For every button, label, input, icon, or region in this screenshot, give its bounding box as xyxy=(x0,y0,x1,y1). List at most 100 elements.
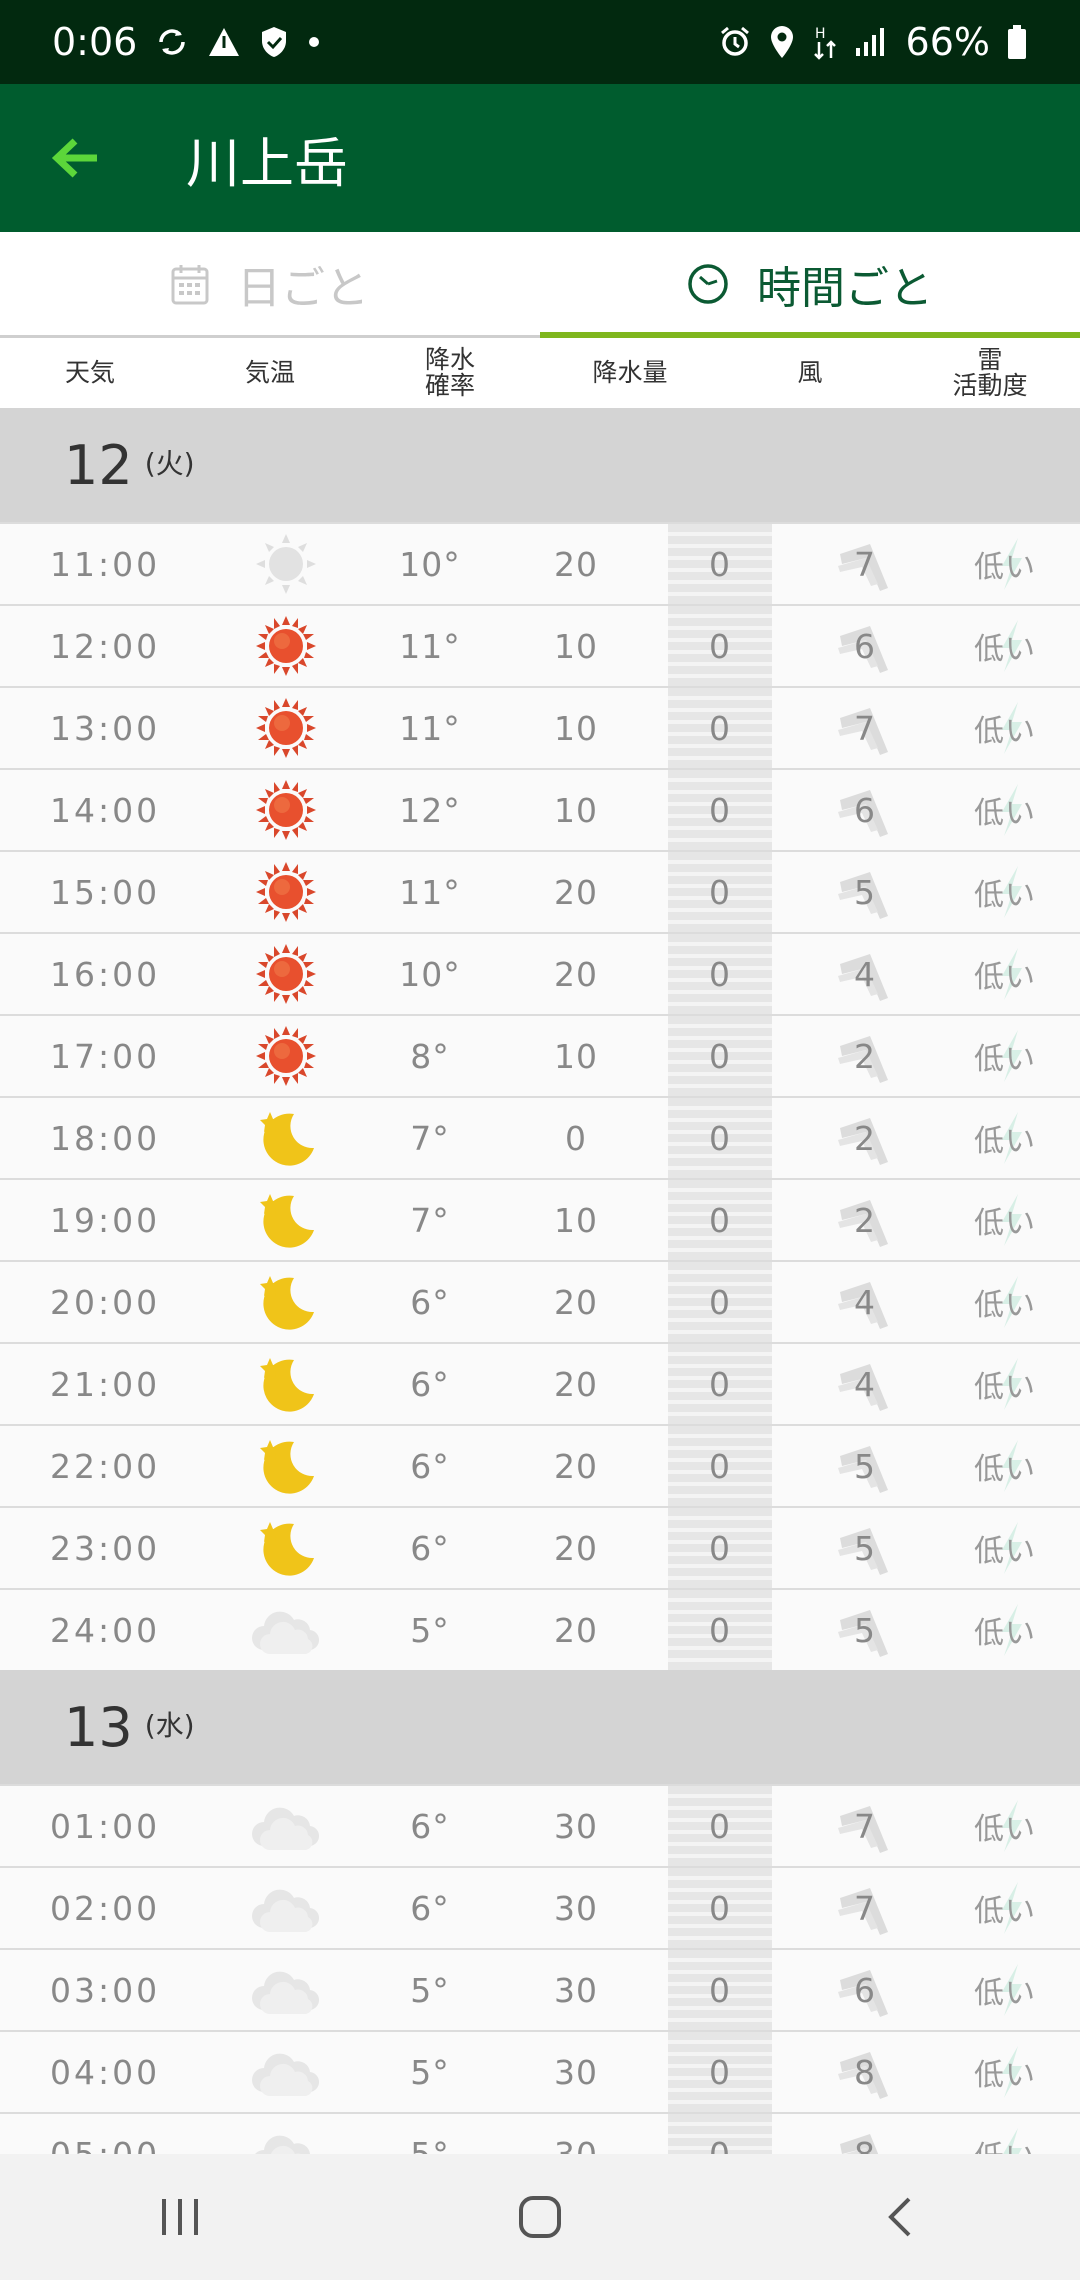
row-precip-probability: 20 xyxy=(554,544,598,584)
day-header: 13 (水) xyxy=(0,1670,1080,1784)
row-wind-speed: 6 xyxy=(854,790,876,830)
row-wind-speed: 5 xyxy=(854,872,876,912)
hourly-row: 17:00 8° 10 0 2 低い xyxy=(0,1014,1080,1096)
row-temperature: 11° xyxy=(399,708,461,748)
row-temperature: 5° xyxy=(410,2052,450,2092)
cloud-icon xyxy=(246,1786,326,1866)
cloud-icon xyxy=(246,1590,326,1670)
sun-faint-icon xyxy=(246,524,326,604)
recent-apps-button[interactable] xyxy=(120,2167,240,2267)
battery-percent: 66% xyxy=(905,20,990,64)
row-thunder-level: 低い xyxy=(974,1894,1036,1929)
wind-cell: 2 xyxy=(820,1098,910,1178)
col-weather: 天気 xyxy=(64,358,115,387)
wind-cell: 7 xyxy=(820,688,910,768)
wind-cell: 7 xyxy=(820,1786,910,1866)
row-precip-probability: 0 xyxy=(565,1118,587,1158)
wind-cell: 5 xyxy=(820,1426,910,1506)
sun-icon xyxy=(246,688,326,768)
col-pop: 降水 確率 xyxy=(400,347,500,399)
row-time: 02:00 xyxy=(50,1888,161,1928)
tab-hourly[interactable]: 時間ごと xyxy=(540,232,1080,338)
col-thunder-line1: 雷 xyxy=(977,345,1003,374)
moon-icon xyxy=(246,1508,326,1588)
row-precip-probability: 20 xyxy=(554,1364,598,1404)
battery-icon xyxy=(1008,25,1026,59)
row-precip-amount: 0 xyxy=(668,2032,772,2112)
row-time: 18:00 xyxy=(50,1118,161,1158)
row-thunder-level: 低い xyxy=(974,2132,1036,2154)
back-button[interactable] xyxy=(0,84,150,232)
wind-cell: 7 xyxy=(820,1868,910,1948)
row-thunder-level: 低い xyxy=(974,1976,1036,2011)
row-wind-speed: 4 xyxy=(854,1282,876,1322)
row-wind-speed: 5 xyxy=(854,1446,876,1486)
row-wind-speed: 7 xyxy=(854,1806,876,1846)
row-thunder-level: 低い xyxy=(974,1616,1036,1651)
row-time: 13:00 xyxy=(50,708,161,748)
row-wind-speed: 4 xyxy=(854,954,876,994)
col-pop-line2: 確率 xyxy=(424,371,475,400)
system-back-button[interactable] xyxy=(840,2167,960,2267)
sun-icon xyxy=(246,852,326,932)
row-wind-speed: 2 xyxy=(854,1118,876,1158)
row-temperature: 6° xyxy=(410,1528,450,1568)
row-wind-speed: 6 xyxy=(854,1970,876,2010)
col-amount: 降水量 xyxy=(592,358,668,387)
row-wind-speed: 6 xyxy=(854,626,876,666)
row-precip-amount: 0 xyxy=(668,1950,772,2030)
row-precip-amount: 0 xyxy=(668,770,772,850)
col-thunder: 雷 活動度 xyxy=(940,347,1040,399)
row-precip-probability: 30 xyxy=(554,1888,598,1928)
row-temperature: 11° xyxy=(399,626,461,666)
row-temperature: 6° xyxy=(410,1806,450,1846)
wind-cell: 6 xyxy=(820,606,910,686)
home-button[interactable] xyxy=(480,2167,600,2267)
row-precip-amount: 0 xyxy=(668,1180,772,1260)
row-thunder-level: 低い xyxy=(974,1042,1036,1077)
row-precip-amount: 0 xyxy=(668,606,772,686)
row-thunder-level: 低い xyxy=(974,714,1036,749)
hourly-row: 21:00 6° 20 0 4 低い xyxy=(0,1342,1080,1424)
row-temperature: 5° xyxy=(410,1610,450,1650)
row-time: 04:00 xyxy=(50,2052,161,2092)
thunder-cell: 低い xyxy=(960,1786,1050,1866)
column-headers: 天気 気温 降水 確率 降水量 風 雷 活動度 xyxy=(0,338,1080,408)
row-precip-amount: 0 xyxy=(668,1426,772,1506)
row-precip-amount: 0 xyxy=(668,1868,772,1948)
thunder-cell: 低い xyxy=(960,1508,1050,1588)
thunder-cell: 低い xyxy=(960,1590,1050,1670)
row-time: 19:00 xyxy=(50,1200,161,1240)
day-number: 12 xyxy=(64,433,133,497)
row-precip-amount: 0 xyxy=(668,934,772,1014)
row-thunder-level: 低い xyxy=(974,1812,1036,1847)
thunder-cell: 低い xyxy=(960,2114,1050,2154)
row-precip-probability: 20 xyxy=(554,1446,598,1486)
thunder-cell: 低い xyxy=(960,1016,1050,1096)
hourly-row: 18:00 7° 0 0 2 低い xyxy=(0,1096,1080,1178)
tab-hourly-label: 時間ごと xyxy=(757,262,933,314)
row-temperature: 5° xyxy=(410,1970,450,2010)
row-thunder-level: 低い xyxy=(974,550,1036,585)
tab-daily[interactable]: 日ごと xyxy=(0,232,540,335)
hourly-row: 03:00 5° 30 0 6 低い xyxy=(0,1948,1080,2030)
row-precip-probability: 10 xyxy=(554,1200,598,1240)
row-precip-probability: 20 xyxy=(554,1528,598,1568)
row-time: 11:00 xyxy=(50,544,161,584)
row-temperature: 8° xyxy=(410,1036,450,1076)
row-precip-amount: 0 xyxy=(668,688,772,768)
row-temperature: 10° xyxy=(399,954,461,994)
col-wind: 風 xyxy=(797,358,823,387)
shield-check-icon xyxy=(262,27,287,57)
row-thunder-level: 低い xyxy=(974,1534,1036,1569)
row-precip-amount: 0 xyxy=(668,1508,772,1588)
hourly-row: 23:00 6° 20 0 5 低い xyxy=(0,1506,1080,1588)
row-thunder-level: 低い xyxy=(974,2058,1036,2093)
row-thunder-level: 低い xyxy=(974,878,1036,913)
row-precip-probability: 30 xyxy=(554,2052,598,2092)
wind-cell: 4 xyxy=(820,934,910,1014)
row-precip-probability: 10 xyxy=(554,1036,598,1076)
wind-cell: 5 xyxy=(820,852,910,932)
row-time: 12:00 xyxy=(50,626,161,666)
hourly-forecast-list[interactable]: 12 (火) 11:00 10° 20 0 7 低い 12:00 11° 10 0 6 低い 13:00 11… xyxy=(0,408,1080,2154)
